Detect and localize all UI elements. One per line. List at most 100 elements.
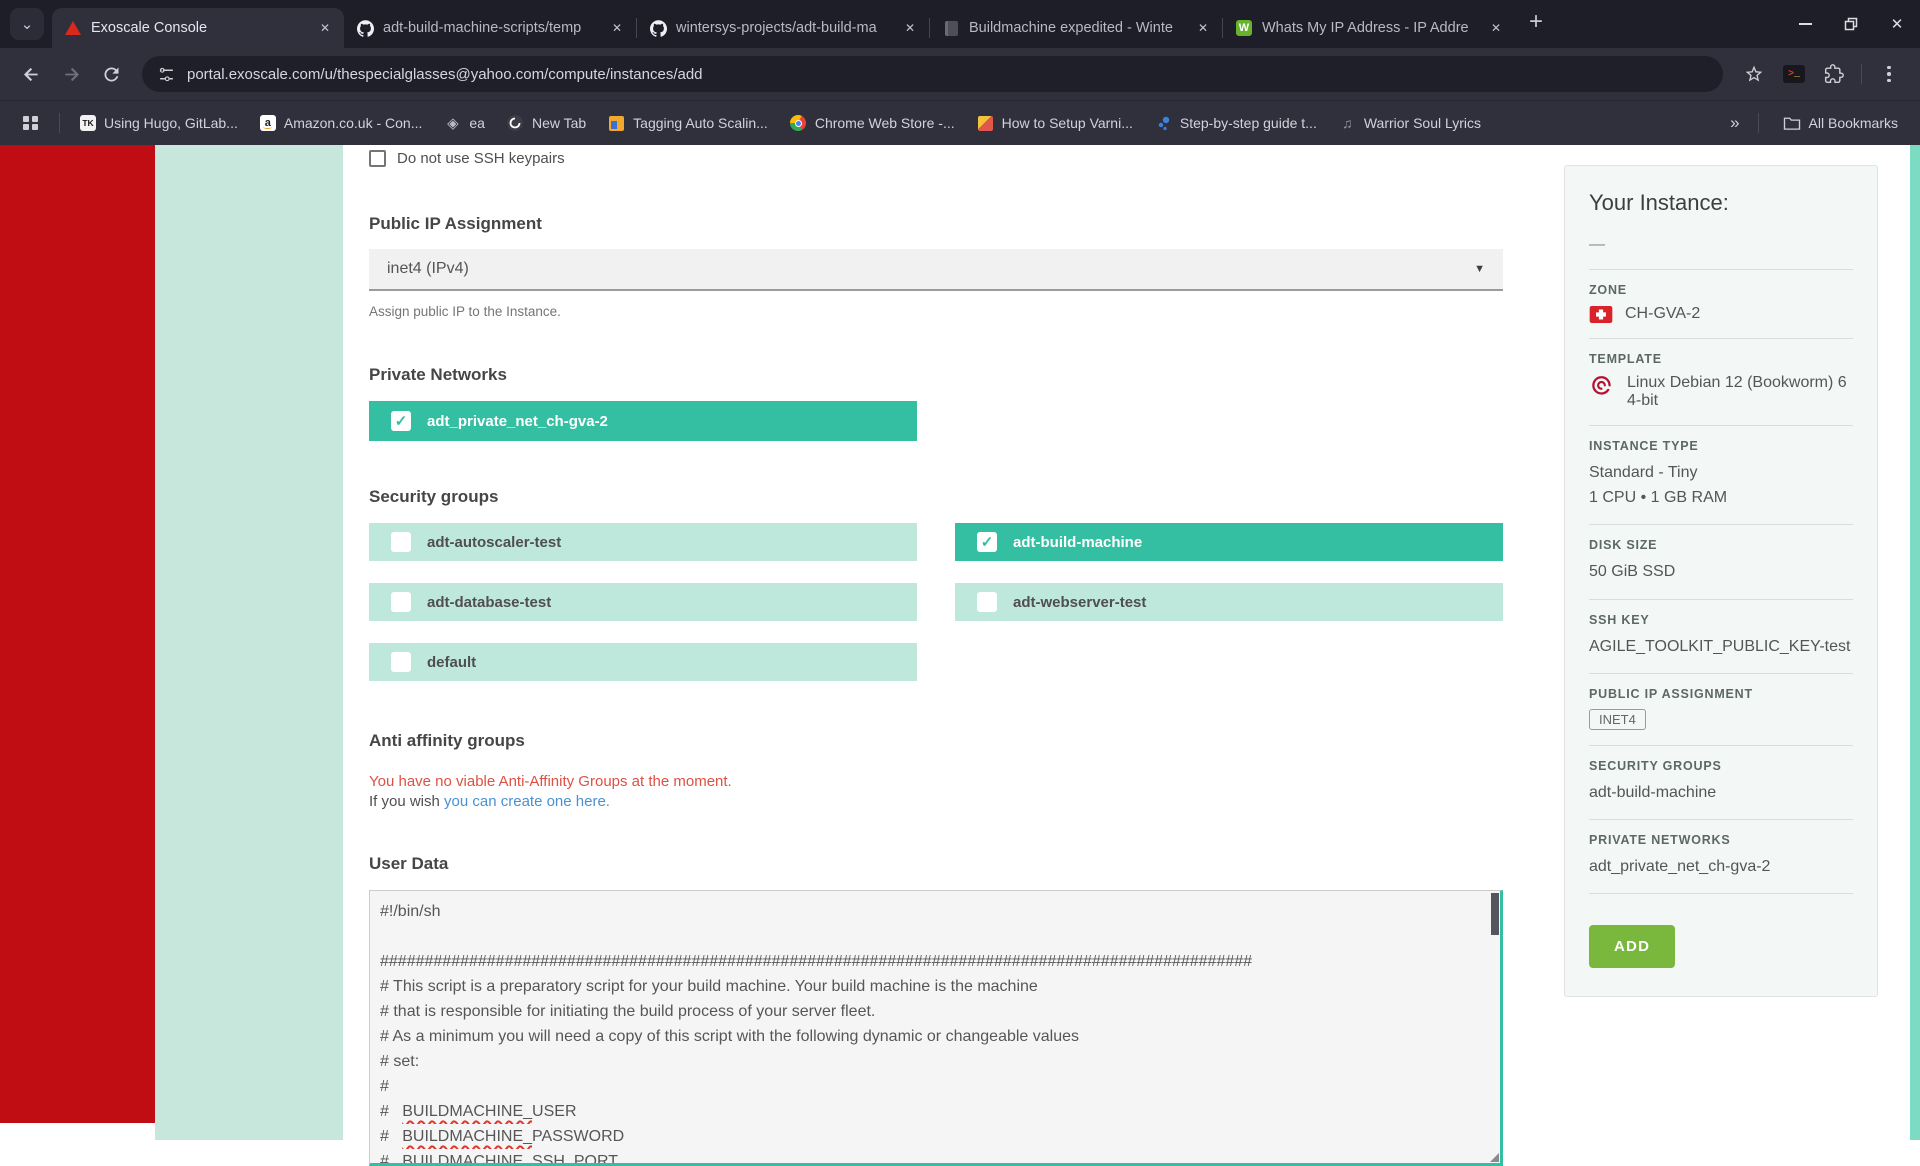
all-bookmarks-button[interactable]: All Bookmarks: [1777, 111, 1904, 135]
tab-exoscale-console[interactable]: Exoscale Console ✕: [52, 8, 344, 48]
public-ip-select[interactable]: inet4 (IPv4) ▼: [369, 249, 1503, 291]
summary-public-ip-section: PUBLIC IP ASSIGNMENT INET4: [1589, 687, 1853, 730]
bookmark-tagging-autoscaling[interactable]: Tagging Auto Scalin...: [602, 111, 774, 136]
folder-icon: [1783, 117, 1800, 130]
ssh-keypairs-row: Do not use SSH keypairs: [369, 150, 1503, 167]
bookmark-star-button[interactable]: [1737, 57, 1771, 91]
security-group-item[interactable]: ✓ adt-build-machine: [955, 523, 1503, 561]
user-data-line: ########################################…: [380, 953, 1253, 970]
summary-security-groups-section: SECURITY GROUPS adt-build-machine: [1589, 759, 1853, 804]
bookmarks-divider: [59, 113, 60, 133]
security-group-item[interactable]: adt-webserver-test: [955, 583, 1503, 621]
reload-button[interactable]: [94, 57, 128, 91]
restore-icon: [1844, 17, 1858, 31]
summary-template-section: TEMPLATE Linux Debian 12 (Bookworm) 64-b…: [1589, 352, 1853, 410]
tab-title: Buildmachine expedited - Winte: [969, 20, 1173, 36]
security-group-item[interactable]: adt-database-test: [369, 583, 917, 621]
user-data-line: # that is responsible for initiating the…: [380, 1003, 876, 1020]
divider: [1589, 818, 1853, 820]
checked-checkbox: ✓: [977, 532, 997, 552]
bookmark-ea[interactable]: ◈ ea: [438, 111, 491, 136]
url-input[interactable]: [187, 65, 1707, 83]
bookmark-amazon[interactable]: a Amazon.co.uk - Con...: [254, 111, 429, 135]
site-settings-icon: [159, 67, 173, 81]
divider: [1589, 672, 1853, 674]
tab-close-icon[interactable]: ✕: [316, 19, 334, 37]
tab-github-wintersys[interactable]: wintersys-projects/adt-build-ma ✕: [637, 8, 929, 48]
security-groups-section-label: Security groups: [369, 487, 499, 506]
checked-checkbox: ✓: [391, 411, 411, 431]
user-data-line: # As a minimum you will need a copy of t…: [380, 1028, 1080, 1045]
restore-button[interactable]: [1828, 0, 1874, 48]
back-button[interactable]: [14, 57, 48, 91]
unchecked-checkbox: [391, 592, 411, 612]
bookmarks-overflow-button[interactable]: »: [1730, 113, 1739, 133]
tab-close-icon[interactable]: ✕: [901, 19, 919, 37]
security-group-item[interactable]: adt-autoscaler-test: [369, 523, 917, 561]
bookmark-using-hugo[interactable]: TK Using Hugo, GitLab...: [74, 111, 244, 135]
summary-title: Your Instance:: [1589, 190, 1729, 215]
tab-buildmachine-doc[interactable]: Buildmachine expedited - Winte ✕: [930, 8, 1222, 48]
template-value: Linux Debian 12 (Bookworm) 64-bit: [1627, 374, 1847, 409]
tab-close-icon[interactable]: ✕: [1194, 19, 1212, 37]
apps-grid-icon: [22, 115, 39, 132]
security-group-label: default: [427, 653, 477, 671]
bookmark-new-tab[interactable]: New Tab: [501, 111, 592, 136]
layers-favicon: ◈: [447, 115, 459, 132]
new-tab-button[interactable]: +: [1529, 8, 1543, 36]
tab-github-scripts[interactable]: adt-build-machine-scripts/temp ✕: [344, 8, 636, 48]
divider: [1589, 598, 1853, 600]
apps-button[interactable]: [16, 111, 45, 136]
bookmark-warrior-soul-lyrics[interactable]: ♫ Warrior Soul Lyrics: [1333, 111, 1487, 136]
back-icon: [23, 67, 38, 81]
security-group-label: adt-autoscaler-test: [427, 533, 562, 551]
user-data-line: [380, 924, 1474, 949]
create-anti-affinity-link[interactable]: you can create one here.: [444, 793, 610, 810]
summary-disk-section: DISK SIZE 50 GiB SSD: [1589, 538, 1853, 583]
forward-button[interactable]: [54, 57, 88, 91]
divider: [1589, 744, 1853, 746]
security-group-item[interactable]: default: [369, 643, 917, 681]
user-data-section-label: User Data: [369, 854, 449, 873]
instance-type-label: INSTANCE TYPE: [1589, 439, 1699, 453]
mint-nav-column: [155, 145, 343, 1140]
extensions-button[interactable]: [1817, 57, 1851, 91]
tab-whats-my-ip[interactable]: W Whats My IP Address - IP Addre ✕: [1223, 8, 1515, 48]
reload-icon: [103, 66, 118, 81]
textarea-resize-handle[interactable]: [1490, 1153, 1499, 1162]
tab-search-button[interactable]: ⌄: [10, 8, 44, 40]
bookmark-label: Step-by-step guide t...: [1179, 115, 1317, 131]
tk-favicon: TK: [80, 115, 96, 131]
terminal-extension-button[interactable]: > _: [1777, 57, 1811, 91]
summary-zone-section: ZONE CH-GVA-2: [1589, 283, 1853, 323]
star-icon: [1745, 65, 1763, 82]
address-bar[interactable]: [142, 56, 1723, 92]
bookmark-varnish-setup[interactable]: How to Setup Varni...: [971, 111, 1139, 136]
public-ip-selected-value: inet4 (IPv4): [387, 260, 469, 277]
private-network-item[interactable]: ✓ adt_private_net_ch-gva-2: [369, 401, 917, 441]
notebook-icon: [942, 19, 960, 37]
divider: [1589, 524, 1853, 526]
user-data-line: # BUILDMACHINE_USER: [380, 1103, 577, 1120]
bookmark-chrome-web-store[interactable]: Chrome Web Store -...: [784, 111, 961, 136]
textarea-scrollbar-thumb[interactable]: [1491, 893, 1499, 935]
browser-menu-button[interactable]: [1872, 57, 1906, 91]
dots-favicon: [1155, 115, 1172, 132]
bookmark-step-by-step-guide[interactable]: Step-by-step guide t...: [1149, 111, 1323, 136]
minimize-button[interactable]: [1782, 0, 1828, 48]
tab-close-icon[interactable]: ✕: [608, 19, 626, 37]
ssh-keypairs-checkbox[interactable]: [369, 150, 386, 167]
page-scrollbar[interactable]: [1910, 145, 1920, 1140]
add-instance-button[interactable]: ADD: [1589, 925, 1676, 969]
summary-private-networks-section: PRIVATE NETWORKS adt_private_net_ch-gva-…: [1589, 833, 1853, 878]
user-data-line: # This script is a preparatory script fo…: [380, 978, 1038, 995]
ssh-keypairs-label: Do not use SSH keypairs: [397, 150, 565, 167]
globe-favicon: [507, 115, 524, 132]
github-icon: [356, 19, 374, 37]
tab-close-icon[interactable]: ✕: [1487, 19, 1505, 37]
user-data-line: # BUILDMACHINE_SSH_PORT: [380, 1153, 618, 1166]
user-data-textarea[interactable]: #!/bin/sh ##############################…: [369, 890, 1503, 1166]
close-button[interactable]: ✕: [1874, 0, 1920, 48]
browser-chrome: ⌄ Exoscale Console ✕ adt-build-machine-s…: [0, 0, 1920, 145]
puzzle-icon: [1824, 64, 1844, 84]
